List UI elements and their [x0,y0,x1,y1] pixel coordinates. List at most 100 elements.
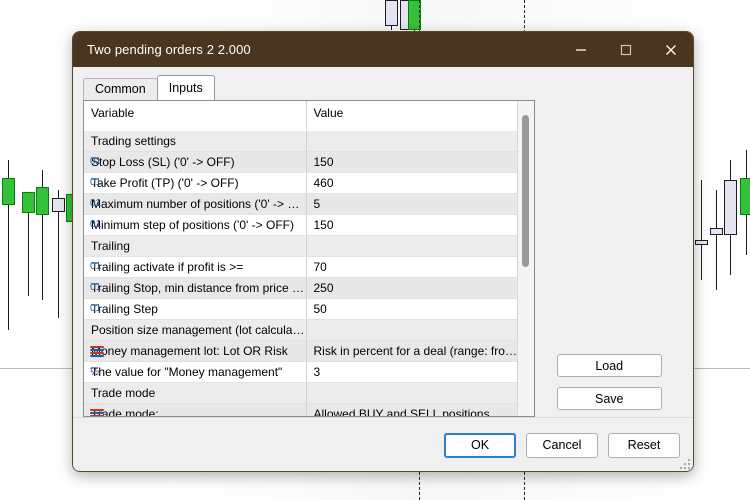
tab-common[interactable]: Common [83,78,158,100]
table-row[interactable]: 01Trailing Stop, min distance from price… [84,278,517,299]
ok-button[interactable]: OK [444,433,516,458]
table-row[interactable]: ½The value for "Money management"3 [84,362,517,383]
group-value-cell [306,383,517,404]
tab-inputs[interactable]: Inputs [157,75,215,100]
cell-text: Trading settings [91,134,176,148]
candle-body [740,178,750,215]
maximize-icon [620,44,632,56]
cell-text: Trade mode [91,386,155,400]
maximize-button[interactable] [603,32,648,67]
variable-value-cell[interactable]: 50 [306,299,517,320]
candle-body [695,240,708,245]
cell-text: Trailing [91,239,130,253]
variable-value-cell[interactable]: 150 [306,215,517,236]
int-type-icon: 01 [90,303,104,315]
candle-body [2,178,15,205]
variable-value-cell[interactable]: Risk in percent for a deal (range: from … [306,341,517,362]
close-button[interactable] [648,32,693,67]
double-type-icon: ½ [90,366,104,378]
save-button[interactable]: Save [557,387,662,410]
window-controls [558,32,693,67]
table-header-row: Variable Value [84,101,517,131]
variable-name-cell: 01Minimum step of positions ('0' -> OFF) [84,215,306,236]
cell-text: Money management lot: Lot OR Risk [91,344,288,358]
candlestick [724,160,737,275]
candlestick [740,150,750,255]
candlestick [695,180,708,280]
table-row[interactable]: Position size management (lot calculatio… [84,320,517,341]
resize-grip[interactable] [678,457,690,469]
cell-text: Maximum number of positions ('0' -> O… [91,197,306,211]
inputs-table-panel: Variable Value Trading settings01Stop Lo… [83,100,535,417]
int-type-icon: 01 [90,198,104,210]
variable-name-cell: 01Take Profit (TP) ('0' -> OFF) [84,173,306,194]
enum-type-icon [90,408,104,416]
variable-name-cell: ½The value for "Money management" [84,362,306,383]
table-vertical-scrollbar[interactable] [517,101,534,416]
group-header-cell: Trade mode [84,383,306,404]
table-body: Trading settings01Stop Loss (SL) ('0' ->… [84,131,517,417]
cell-text: Minimum step of positions ('0' -> OFF) [91,218,294,232]
variable-value-cell[interactable]: 150 [306,152,517,173]
table-row[interactable]: 01Maximum number of positions ('0' -> O…… [84,194,517,215]
table-row[interactable]: Trade mode [84,383,517,404]
expert-properties-dialog: Two pending orders 2 2.000 [72,31,694,472]
cancel-button[interactable]: Cancel [526,433,598,458]
variable-name-cell: 01Trailing Stop, min distance from price… [84,278,306,299]
dialog-titlebar[interactable]: Two pending orders 2 2.000 [73,32,693,67]
table-row[interactable]: 01Trailing activate if profit is >=70 [84,257,517,278]
footer-button-group: OK Cancel Reset [444,433,680,458]
table-row[interactable]: 01Stop Loss (SL) ('0' -> OFF)150 [84,152,517,173]
column-header-value[interactable]: Value [306,101,517,131]
variable-value-cell[interactable]: 5 [306,194,517,215]
variable-name-cell: 01Maximum number of positions ('0' -> O… [84,194,306,215]
inputs-table: Variable Value Trading settings01Stop Lo… [84,101,517,416]
dialog-footer: OK Cancel Reset [73,417,693,472]
cell-text: Stop Loss (SL) ('0' -> OFF) [91,155,235,169]
table-row[interactable]: 01Minimum step of positions ('0' -> OFF)… [84,215,517,236]
candle-body [52,198,65,212]
dialog-title: Two pending orders 2 2.000 [73,42,251,57]
load-button[interactable]: Load [557,354,662,377]
candle-body [710,228,723,235]
table-row[interactable]: Money management lot: Lot OR Risk Risk in… [84,341,517,362]
group-value-cell [306,131,517,152]
variable-value-cell[interactable]: 3 [306,362,517,383]
minimize-button[interactable] [558,32,603,67]
scrollbar-thumb[interactable] [522,115,529,267]
cell-text: Trailing Stop, min distance from price t… [91,281,306,295]
minimize-icon [575,44,587,56]
table-scroll-viewport: Variable Value Trading settings01Stop Lo… [84,101,517,416]
variable-value-cell[interactable]: 460 [306,173,517,194]
column-header-variable[interactable]: Variable [84,101,306,131]
table-row[interactable]: 01Take Profit (TP) ('0' -> OFF)460 [84,173,517,194]
variable-name-cell: Money management lot: Lot OR Risk [84,341,306,362]
candle-body [385,0,398,26]
candle-body [724,180,737,235]
table-row[interactable]: Trading settings [84,131,517,152]
candle-body [22,192,35,213]
cell-text: The value for "Money management" [91,365,282,379]
variable-name-cell: 01Stop Loss (SL) ('0' -> OFF) [84,152,306,173]
table-row[interactable]: Trade mode:Allowed BUY and SELL position… [84,404,517,417]
reset-button[interactable]: Reset [608,433,680,458]
candlestick [385,0,398,30]
candle-wick [716,190,717,290]
variable-value-cell[interactable]: 70 [306,257,517,278]
variable-value-cell[interactable]: Allowed BUY and SELL positions [306,404,517,417]
tab-bar: CommonInputs [83,76,693,100]
group-value-cell [306,320,517,341]
int-type-icon: 01 [90,219,104,231]
cell-text: Take Profit (TP) ('0' -> OFF) [91,176,239,190]
table-row[interactable]: Trailing [84,236,517,257]
int-type-icon: 01 [90,177,104,189]
table-row[interactable]: 01Trailing Step50 [84,299,517,320]
candle-body [36,187,49,215]
group-header-cell: Trailing [84,236,306,257]
variable-value-cell[interactable]: 250 [306,278,517,299]
cell-text: Position size management (lot calculatio… [91,323,306,337]
candlestick [2,160,15,330]
int-type-icon: 01 [90,282,104,294]
side-button-group: Load Save [535,100,683,417]
inputs-tab-content: Variable Value Trading settings01Stop Lo… [73,100,693,417]
